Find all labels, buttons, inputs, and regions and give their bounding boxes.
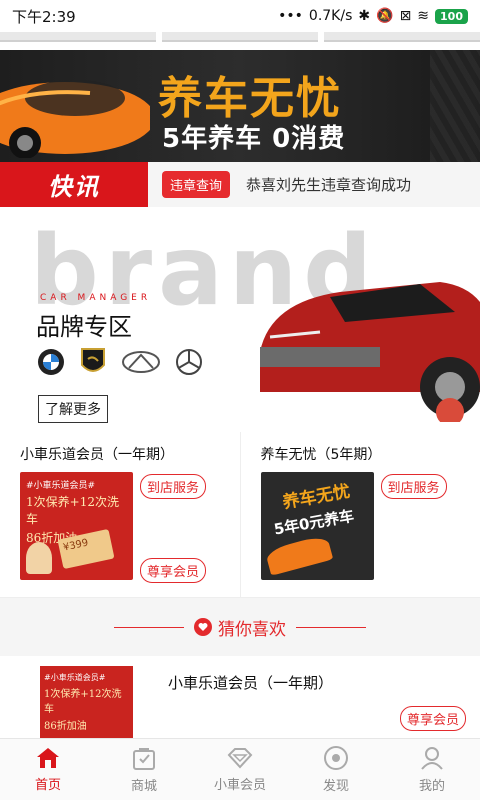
brand-zone: brand CAR MANAGER 品牌专区 了解更多 (0, 207, 480, 432)
card-thumb: #小車乐道会员# 1次保养+12次洗车 86折加油 ¥399 (20, 472, 133, 580)
thumb-line: 1次保养+12次洗车 (44, 689, 122, 715)
tab-mine[interactable]: 我的 (384, 739, 480, 800)
thumb-line: 1次保养+12次洗车 (26, 495, 119, 526)
mercedes-logo-icon[interactable] (174, 347, 204, 377)
divider-left (114, 626, 184, 628)
tab-home[interactable]: 首页 (0, 739, 96, 800)
news-ticker[interactable]: 快讯 违章查询 恭喜刘先生违章查询成功 (0, 162, 480, 207)
news-text: 恭喜刘先生违章查询成功 (246, 176, 412, 194)
mute-icon: 🔕 (376, 8, 394, 24)
bluetooth-icon: ✱ (358, 8, 371, 24)
tab-label: 我的 (418, 779, 445, 794)
heart-icon (194, 618, 212, 636)
tab-label: 首页 (34, 778, 61, 793)
thumb-tag: #小車乐道会员# (44, 673, 106, 682)
home-icon (37, 748, 59, 768)
store-service-pill[interactable]: 到店服务 (140, 474, 207, 499)
network-speed: 0.7K/s (308, 8, 353, 24)
card-thumb: 养车无忧 5年0元养车 (260, 472, 374, 580)
product-card-care[interactable]: 养车无忧（5年期） 养车无忧 5年0元养车 到店服务 (239, 432, 480, 597)
top-tabs-stub (0, 32, 480, 42)
status-time: 下午2:39 (12, 7, 76, 26)
tab-mall[interactable]: 商城 (96, 739, 192, 800)
item-title: 小車乐道会员（一年期） (168, 674, 334, 692)
banner-title: 养车无忧 (158, 73, 342, 124)
store-service-pill[interactable]: 到店服务 (380, 474, 447, 499)
battery-indicator: 100 (435, 8, 468, 24)
orange-car-image (0, 80, 150, 158)
divider-right (296, 626, 366, 628)
banner-subtitle: 5年养车 0消费 (162, 124, 346, 154)
product-cards: 小車乐道会员（一年期） #小車乐道会员# 1次保养+12次洗车 86折加油 ¥3… (0, 432, 480, 598)
item-thumb: #小車乐道会员# 1次保养+12次洗车 86折加油 (40, 666, 133, 738)
guess-header: 猜你喜欢 (0, 598, 480, 656)
thumb-tag: #小車乐道会员# (26, 481, 96, 491)
news-label: 快讯 (0, 162, 148, 207)
more-dots-icon: ••• (278, 8, 303, 24)
tab-label: 小車会员 (213, 778, 266, 793)
user-icon (421, 747, 443, 770)
learn-more-button[interactable]: 了解更多 (38, 395, 108, 423)
tab-discover[interactable]: 发现 (288, 739, 384, 800)
car-manager-text: CAR MANAGER (40, 293, 152, 303)
compass-icon (324, 746, 348, 770)
tire-track-decor (430, 50, 480, 162)
brand-logos (36, 347, 204, 377)
list-item[interactable]: #小車乐道会员# 1次保养+12次洗车 86折加油 小車乐道会员（一年期） 尊享… (0, 656, 480, 738)
card-title: 养车无忧（5年期） (260, 447, 382, 463)
wifi-icon: ≋ (417, 8, 430, 24)
vip-pill[interactable]: 尊享会员 (400, 706, 467, 731)
tab-label: 商城 (130, 779, 157, 794)
product-card-membership[interactable]: 小車乐道会员（一年期） #小車乐道会员# 1次保养+12次洗车 86折加油 ¥3… (0, 432, 240, 597)
news-tag: 违章查询 (162, 171, 231, 198)
promo-banner[interactable]: 养车无忧 5年养车 0消费 (0, 50, 480, 162)
shopping-bag-icon (133, 748, 155, 770)
diamond-icon (227, 748, 253, 769)
sim-icon: ⊠ (399, 8, 412, 24)
infiniti-logo-icon[interactable] (120, 347, 162, 377)
car-image (264, 534, 333, 576)
tab-label: 发现 (322, 779, 349, 794)
lamborghini-logo-icon[interactable] (78, 347, 108, 377)
bmw-logo-icon[interactable] (36, 347, 66, 377)
red-suv-image (260, 282, 480, 422)
tab-membership[interactable]: 小車会员 (192, 739, 288, 800)
vip-pill[interactable]: 尊享会员 (140, 558, 207, 583)
guess-label: 猜你喜欢 (218, 619, 286, 640)
thumb-line: 86折加油 (44, 721, 87, 732)
card-title: 小車乐道会员（一年期） (20, 447, 174, 463)
status-bar: 下午2:39 ••• 0.7K/s ✱ 🔕 ⊠ ≋ 100 (0, 0, 480, 32)
brand-title: 品牌专区 (36, 313, 132, 341)
mascot-image (26, 542, 52, 574)
bottom-tab-bar: 首页 商城 小車会员 发现 我的 (0, 738, 480, 800)
